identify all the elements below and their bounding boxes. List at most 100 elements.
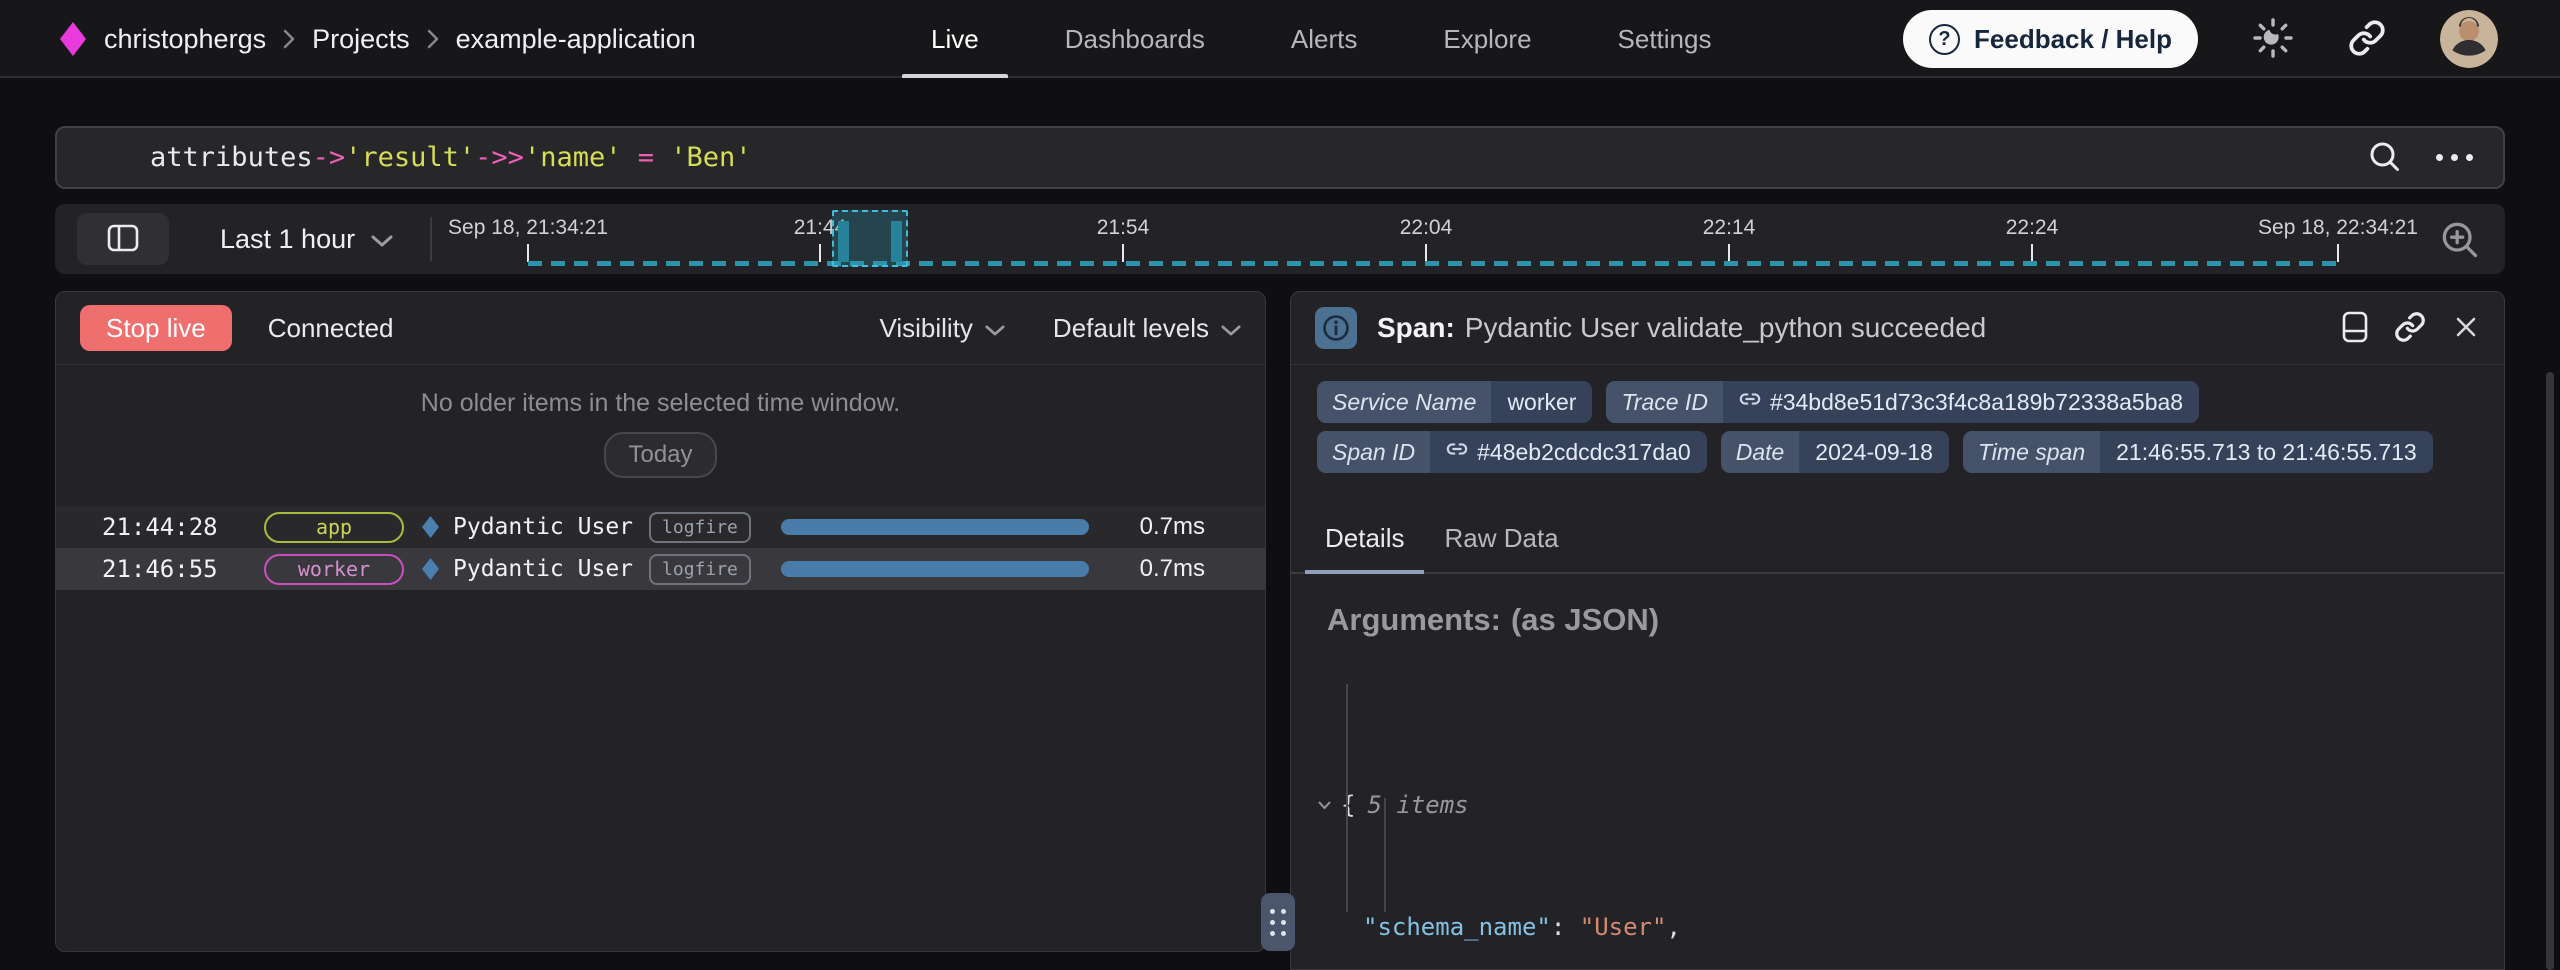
time-range-selector[interactable]: Last 1 hour [220,204,393,274]
environment-badge[interactable]: app [264,512,404,543]
arguments-subtitle: (as JSON) [1511,602,1659,637]
copy-link-button[interactable] [2348,19,2386,60]
panel-resize-handle[interactable] [1261,893,1295,951]
time-toolbar: Last 1 hour Sep 18, 21:34:21 21:44 21:54… [55,204,2505,274]
timeline-selection-window[interactable] [832,210,908,267]
scope-badge[interactable]: logfire [649,512,751,543]
query-token: ->> [475,142,524,173]
span-metadata-badges: Service Name worker Trace ID #34bd8e51d7… [1291,365,2504,473]
sidebar-toggle-button[interactable] [77,213,169,265]
logfire-logo-icon[interactable] [60,22,86,56]
panel-left-icon [107,224,139,255]
duration-bar [781,519,1090,535]
timeline-start-label: Sep 18, 21:34:21 [448,216,608,240]
link-icon [1446,438,1468,466]
timeline-zoom-button[interactable] [2437,217,2481,264]
today-button[interactable]: Today [604,432,716,478]
timeline-span-bar [838,221,849,262]
empty-state: No older items in the selected time wind… [56,365,1265,494]
badge-label: Service Name [1317,381,1491,423]
live-view-panel: Stop live Connected Visibility Default l… [55,291,1266,952]
log-timestamp: 21:46:55 [102,555,220,583]
theme-toggle-button[interactable] [2252,17,2294,62]
tab-explore[interactable]: Explore [1400,0,1574,78]
tab-dashboards[interactable]: Dashboards [1022,0,1248,78]
grip-dots-icon [1270,909,1286,936]
sun-moon-icon [2252,17,2294,62]
timeline-tick [2337,244,2339,262]
timeline-tick [1728,244,1730,262]
timeline-tick [819,244,821,262]
breadcrumb: christophergs Projects example-applicati… [60,0,696,78]
query-options-menu[interactable] [2436,154,2473,161]
visibility-label: Visibility [879,313,972,344]
link-icon [1739,388,1761,416]
panel-bottom-icon [2342,311,2368,346]
link-icon [2348,19,2386,60]
user-avatar[interactable] [2440,10,2498,68]
timeline-end-label: Sep 18, 22:34:21 [2258,216,2418,240]
run-search-button[interactable] [2366,138,2402,177]
top-navigation-bar: christophergs Projects example-applicati… [0,0,2560,78]
dock-panel-button[interactable] [2342,311,2368,346]
search-icon [2366,138,2402,177]
query-token: 'result' [345,142,475,173]
close-icon [2452,313,2480,344]
ellipsis-icon [2436,154,2473,161]
tab-alerts[interactable]: Alerts [1248,0,1400,78]
time-range-label: Last 1 hour [220,224,355,255]
timeline-tick-label: 22:24 [2006,216,2059,240]
scope-badge[interactable]: logfire [649,554,751,585]
breadcrumb-section[interactable]: Projects [312,24,410,55]
tab-details[interactable]: Details [1305,509,1424,574]
breadcrumb-project[interactable]: example-application [456,24,696,55]
chevron-down-icon [371,224,393,255]
duration-bar [781,561,1090,577]
visibility-dropdown[interactable]: Visibility [879,313,1004,344]
feedback-help-button[interactable]: ? Feedback / Help [1903,10,2198,68]
log-row-selected[interactable]: 21:46:55 worker Pydantic User logfire 0.… [56,548,1265,590]
span-title: Pydantic User [453,514,633,540]
query-bar[interactable]: attributes->'result'->>'name' = 'Ben' [55,126,2505,189]
default-levels-dropdown[interactable]: Default levels [1053,313,1241,344]
tab-settings[interactable]: Settings [1575,0,1755,78]
timeline-tick [2031,244,2033,262]
trace-id-badge[interactable]: Trace ID #34bd8e51d73c3f4c8a189b72338a5b… [1606,381,2199,423]
log-row[interactable]: 21:44:28 app Pydantic User logfire 0.7ms [56,506,1265,548]
json-viewer: { 5 items "schema_name": "User", "valida… [1317,646,2504,970]
badge-value: #48eb2cdcdc317da0 [1477,439,1691,466]
tab-raw-data[interactable]: Raw Data [1424,509,1578,574]
stop-live-button[interactable]: Stop live [80,305,232,351]
query-token: 'Ben' [670,142,751,173]
close-panel-button[interactable] [2452,313,2480,344]
json-key: "schema_name" [1363,908,1551,946]
indent-guide [1384,798,1386,912]
question-circle-icon: ? [1929,24,1960,55]
badge-value: 21:46:55.713 to 21:46:55.713 [2116,439,2417,466]
empty-state-message: No older items in the selected time wind… [56,389,1265,418]
breadcrumb-org[interactable]: christophergs [104,24,266,55]
badge-value: #34bd8e51d73c3f4c8a189b72338a5ba8 [1770,389,2183,416]
tab-live[interactable]: Live [888,0,1022,78]
query-input[interactable]: attributes->'result'->>'name' = 'Ben' [57,111,2366,204]
timeline-tick [527,244,529,262]
span-id-badge[interactable]: Span ID #48eb2cdcdc317da0 [1317,431,1707,473]
duration-bar-track [781,519,1099,535]
link-icon [2394,311,2426,346]
scrollbar-thumb[interactable] [2546,372,2554,970]
timeline-tick-label: 22:04 [1400,216,1453,240]
query-token: = [621,142,670,173]
span-panel-header: Span:Pydantic User validate_python succe… [1291,292,2504,365]
span-title: Pydantic User [453,556,633,582]
collapse-chevron-icon[interactable] [1317,800,1341,810]
timeline[interactable]: Sep 18, 21:34:21 21:44 21:54 22:04 22:14… [465,204,2415,274]
timeline-activity-baseline [528,261,2340,266]
chevron-down-icon [985,313,1005,344]
json-line: "schema_name": "User", [1317,908,2504,946]
default-levels-label: Default levels [1053,313,1209,344]
duration-bar-track [781,561,1099,577]
span-detail-content: Arguments:(as JSON) { 5 items "schema_na… [1291,574,2504,970]
environment-badge[interactable]: worker [264,554,404,585]
query-token: -> [313,142,346,173]
copy-span-link-button[interactable] [2394,311,2426,346]
